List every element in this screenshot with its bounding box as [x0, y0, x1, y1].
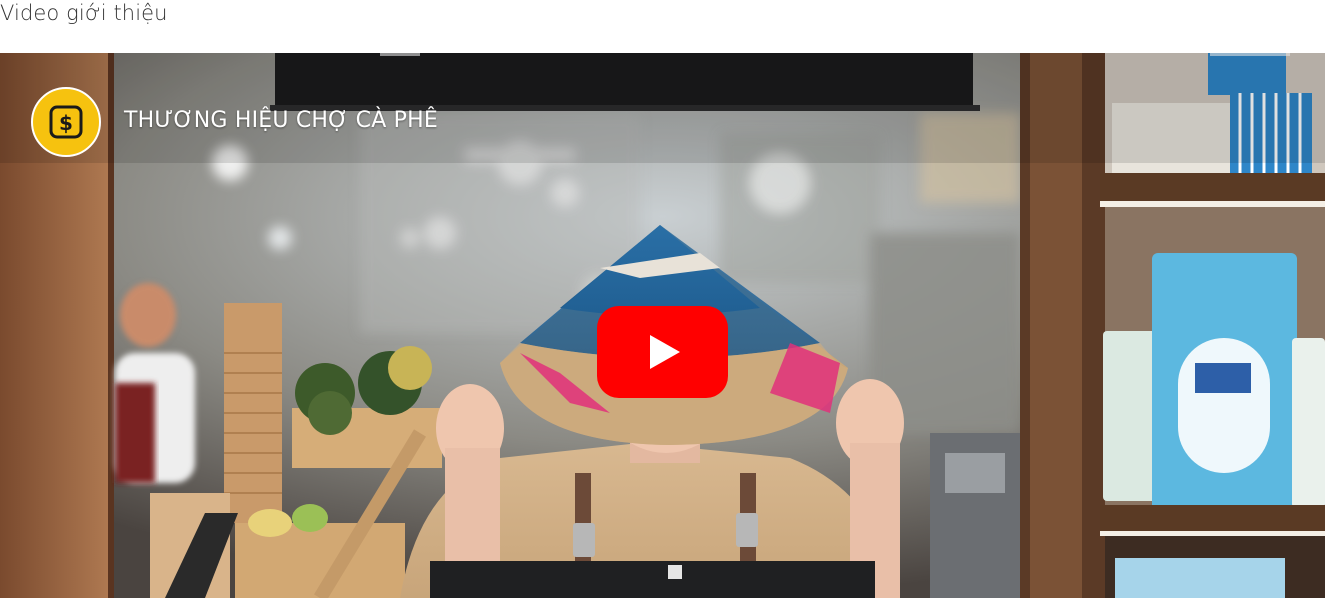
video-player[interactable]: $ THƯƠNG HIỆU CHỢ CÀ PHÊ [0, 53, 1325, 598]
section-title: Video giới thiệu [0, 1, 168, 25]
youtube-play-icon [597, 306, 728, 398]
svg-text:$: $ [59, 111, 73, 135]
page: Video giới thiệu $ THƯƠNG HIỆU CHỢ CÀ PH… [0, 0, 1325, 598]
dollar-sign-icon: $ [49, 105, 83, 139]
channel-avatar[interactable]: $ [31, 87, 101, 157]
video-title[interactable]: THƯƠNG HIỆU CHỢ CÀ PHÊ [124, 108, 438, 133]
youtube-play-button[interactable] [597, 306, 728, 398]
